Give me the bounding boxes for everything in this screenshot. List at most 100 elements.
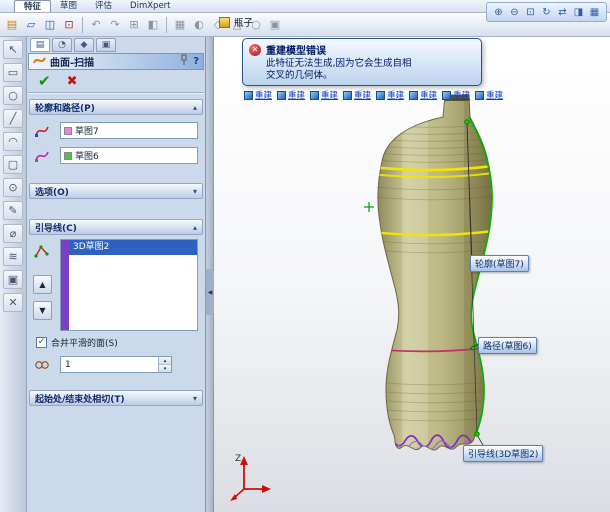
rebuild-button[interactable]: 重建 (277, 89, 305, 101)
view-settings-icon[interactable]: ▣ (266, 16, 284, 34)
zoom-out-icon[interactable]: ⊖ (507, 5, 522, 20)
section-view-icon[interactable]: ▦ (171, 16, 189, 34)
ok-button[interactable]: ✔ (38, 74, 51, 89)
surface-sweep-icon (33, 54, 46, 70)
sketch-edit-icon[interactable]: ✎ (3, 201, 23, 220)
spline-tool-icon[interactable]: ≋ (3, 247, 23, 266)
pin-icon[interactable] (179, 54, 189, 69)
rebuild-button[interactable]: 重建 (244, 89, 272, 101)
chevron-up-icon: ▴ (192, 102, 197, 112)
rebuild-button[interactable]: 重建 (442, 89, 470, 101)
options-icon[interactable]: ◧ (144, 16, 162, 34)
rebuild-button-icon (310, 90, 320, 100)
display-style-icon[interactable]: ◐ (190, 16, 208, 34)
rebuild-button-icon (475, 90, 485, 100)
solidworks-window: 特征 草图 评估 DimXpert ▤ ▱ ◫ ⊡ ↶ ↷ ⊞ ◧ ▦ ◐ ◇ … (0, 0, 610, 512)
profile-icon (34, 123, 50, 139)
pm-tab-custom[interactable]: ▣ (96, 38, 116, 52)
cancel-button[interactable]: ✖ (67, 75, 78, 88)
scene-icon[interactable]: ▦ (587, 5, 602, 20)
help-icon[interactable]: ? (193, 56, 199, 67)
guide-color-strip (61, 240, 69, 330)
pm-tab-configurations[interactable]: ◔ (52, 38, 72, 52)
rebuild-button-icon (376, 90, 386, 100)
merge-checkbox-label: 合并平滑的面(S) (51, 339, 118, 349)
new-icon[interactable]: ▤ (3, 16, 21, 34)
rebuild-button[interactable]: 重建 (343, 89, 371, 101)
tab-evaluate[interactable]: 评估 (86, 0, 121, 12)
profile-input[interactable]: 草图7 (60, 122, 198, 139)
section-tangency[interactable]: 起始处/结束处相切(T) ▾ (29, 390, 203, 406)
pm-tab-properties[interactable]: ▤ (30, 38, 50, 52)
rotate-view-icon[interactable]: ↻ (539, 5, 554, 20)
path-input[interactable]: 草图6 (60, 147, 198, 164)
select-tool-icon[interactable]: ↖ (3, 40, 23, 59)
error-message-line1: 此特征无法生成,因为它会生成自相 (266, 58, 412, 69)
propertymanager-tabs: ▤ ◔ ◆ ▣ (30, 38, 116, 52)
section-options[interactable]: 选项(O) ▾ (29, 183, 203, 199)
mirror-tool-icon[interactable]: ▣ (3, 270, 23, 289)
rebuild-button-icon (409, 90, 419, 100)
part-icon (219, 16, 230, 28)
guide-list-item[interactable]: 3D草图2 (69, 240, 197, 255)
orientation-triad: Z (230, 454, 271, 501)
profile-callout[interactable]: 轮廓(草图7) (470, 255, 529, 272)
feature-tree-root[interactable]: 瓶子 (219, 15, 253, 29)
rebuild-button[interactable]: 重建 (409, 89, 437, 101)
print-icon[interactable]: ⊡ (60, 16, 78, 34)
zoom-in-icon[interactable]: ⊕ (491, 5, 506, 20)
open-icon[interactable]: ▱ (22, 16, 40, 34)
merge-checkbox[interactable]: ✓ (36, 337, 47, 348)
move-up-button[interactable]: ▲ (33, 275, 52, 294)
trim-tool-icon[interactable]: ✕ (3, 293, 23, 312)
rebuild-button-icon (244, 90, 253, 100)
zoom-area-icon[interactable]: ⊡ (523, 5, 538, 20)
chevron-up-icon: ▴ (192, 222, 197, 232)
triad-z-label: Z (235, 454, 241, 464)
path-color-swatch (64, 151, 72, 160)
rebuild-button[interactable]: 重建 (310, 89, 338, 101)
move-down-button[interactable]: ▼ (33, 301, 52, 320)
point-tool-icon[interactable]: ⊙ (3, 178, 23, 197)
section-profile-path[interactable]: 轮廓和路径(P) ▴ (29, 99, 203, 115)
panel-actions: ✔ ✖ (28, 71, 204, 93)
save-icon[interactable]: ◫ (41, 16, 59, 34)
rebuild-error-callout: ✕ 重建模型错误 此特征无法生成,因为它会生成自相 交叉的几何体。 (242, 38, 482, 86)
influence-value: 1 (65, 359, 71, 370)
graphics-area[interactable]: Z ✕ 重建模型错误 此特征无法生成,因为它会生成自相 交叉的几何体。 重建 重… (206, 37, 610, 512)
pan-icon[interactable]: ⇄ (555, 5, 570, 20)
path-value: 草图6 (75, 152, 99, 162)
side-toolbar: ↖ ▭ ○ ╱ ◠ ▢ ⊙ ✎ ⌀ ≋ ▣ ✕ (0, 37, 27, 512)
guide-curves-list[interactable]: 3D草图2 (60, 239, 198, 331)
rebuild-icon[interactable]: ⊞ (125, 16, 143, 34)
redo-icon[interactable]: ↷ (106, 16, 124, 34)
polygon-tool-icon[interactable]: ▢ (3, 155, 23, 174)
rebuild-button[interactable]: 重建 (376, 89, 404, 101)
property-manager: ▤ ◔ ◆ ▣ 曲面-扫描 ? ✔ ✖ 轮廓和路径(P) ▴ 草图7 草图6 选… (27, 37, 206, 512)
hidden-toolbar-row: 重建 重建 重建 重建 重建 重建 重建 重建 (244, 89, 503, 101)
spin-down-button[interactable]: ▾ (159, 365, 171, 372)
arc-tool-icon[interactable]: ◠ (3, 132, 23, 151)
section-guide-curves[interactable]: 引导线(C) ▴ (29, 219, 203, 235)
influence-value-input[interactable]: 1 ▴ ▾ (60, 356, 172, 373)
undo-icon[interactable]: ↶ (87, 16, 105, 34)
error-message-line2: 交叉的几何体。 (266, 69, 333, 81)
guide-curve-icon (34, 243, 50, 259)
display-mode-icon[interactable]: ◨ (571, 5, 586, 20)
tab-dimxpert[interactable]: DimXpert (121, 0, 179, 12)
tab-features[interactable]: 特征 (14, 0, 52, 12)
tab-sketch[interactable]: 草图 (51, 0, 86, 12)
dimension-tool-icon[interactable]: ⌀ (3, 224, 23, 243)
spin-up-button[interactable]: ▴ (159, 357, 171, 365)
bottle-model[interactable]: Z (206, 37, 610, 512)
collapse-arrow-icon[interactable]: ◀ (206, 269, 214, 315)
circle-tool-icon[interactable]: ○ (3, 86, 23, 105)
guide-callout[interactable]: 引导线(3D草图2) (463, 445, 544, 462)
path-callout[interactable]: 路径(草图6) (478, 337, 537, 354)
line-tool-icon[interactable]: ╱ (3, 109, 23, 128)
chevron-down-icon: ▾ (192, 186, 197, 196)
pm-tab-appearance[interactable]: ◆ (74, 38, 94, 52)
panel-splitter[interactable]: ◀ (206, 37, 214, 512)
rectangle-tool-icon[interactable]: ▭ (3, 63, 23, 82)
rebuild-button[interactable]: 重建 (475, 89, 503, 101)
